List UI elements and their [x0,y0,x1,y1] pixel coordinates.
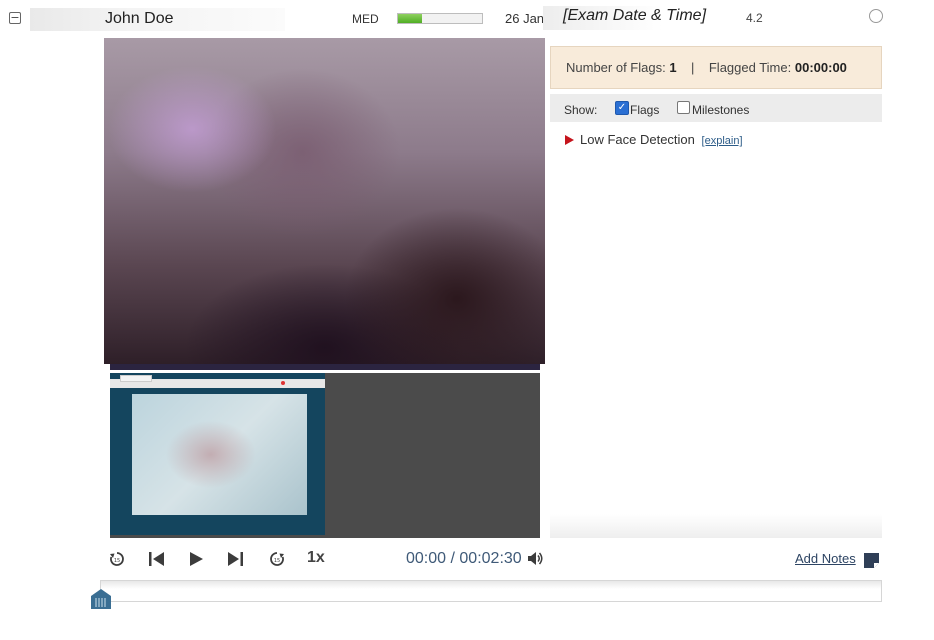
flag-count-label: Number of Flags: [566,60,666,75]
risk-level-label: MED [352,12,379,26]
timeline-scrubber-handle[interactable] [89,588,113,610]
risk-meter [397,13,483,24]
exam-date: 26 Jan [505,11,545,26]
summary-separator: | [691,60,695,75]
explain-link[interactable]: [explain] [702,135,743,147]
recording-indicator-icon [281,381,285,385]
score-value: 4.2 [746,11,763,25]
show-label: Show: [564,103,598,117]
red-flag-icon [565,135,574,145]
time-display: 00:00 / 00:02:30 [406,550,522,568]
row-select-radio[interactable] [869,9,883,23]
flagged-time-label: Flagged Time: [708,60,792,75]
flag-panel-footer [550,514,882,538]
milestones-checkbox-label[interactable]: Milestones [692,103,749,117]
flag-item-label[interactable]: Low Face Detection [580,132,695,147]
skip-next-icon[interactable] [227,551,244,567]
svg-text:15: 15 [274,558,280,564]
forward-15-icon[interactable]: 15 [268,550,286,568]
add-notes-link[interactable]: Add Notes [795,551,856,566]
flag-summary-box: Number of Flags: 1 | Flagged Time: 00:00… [550,46,882,89]
playback-speed-button[interactable]: 1x [307,549,325,567]
screen-capture-tab [120,375,152,382]
webcam-video[interactable] [104,38,545,364]
flagged-time-value: 00:00:00 [794,60,847,75]
flag-count-value: 1 [669,60,677,75]
flags-checkbox-label[interactable]: Flags [630,103,659,117]
video-bottom-strip [110,364,540,370]
skip-previous-icon[interactable] [148,551,165,567]
exam-date-time-placeholder: [Exam Date & Time] [563,7,707,24]
risk-meter-fill [398,14,422,23]
collapse-toggle-button[interactable]: − [9,12,21,24]
flag-list-item[interactable]: Low Face Detection [explain] [565,132,743,147]
student-name: John Doe [105,10,174,27]
time-separator: / [450,550,455,567]
screen-capture-content [132,394,307,515]
svg-text:15: 15 [114,558,120,564]
timeline-track[interactable] [100,580,882,602]
sticky-note-icon[interactable] [864,553,879,568]
show-filter-bar: Show: ✓ Flags Milestones [550,94,882,122]
volume-icon[interactable] [527,550,544,567]
play-icon[interactable] [188,551,204,567]
milestones-checkbox[interactable] [677,101,690,114]
total-time: 00:02:30 [459,550,522,567]
current-time: 00:00 [406,550,447,567]
flags-checkbox[interactable]: ✓ [615,101,629,115]
rewind-15-icon[interactable]: 15 [108,550,126,568]
